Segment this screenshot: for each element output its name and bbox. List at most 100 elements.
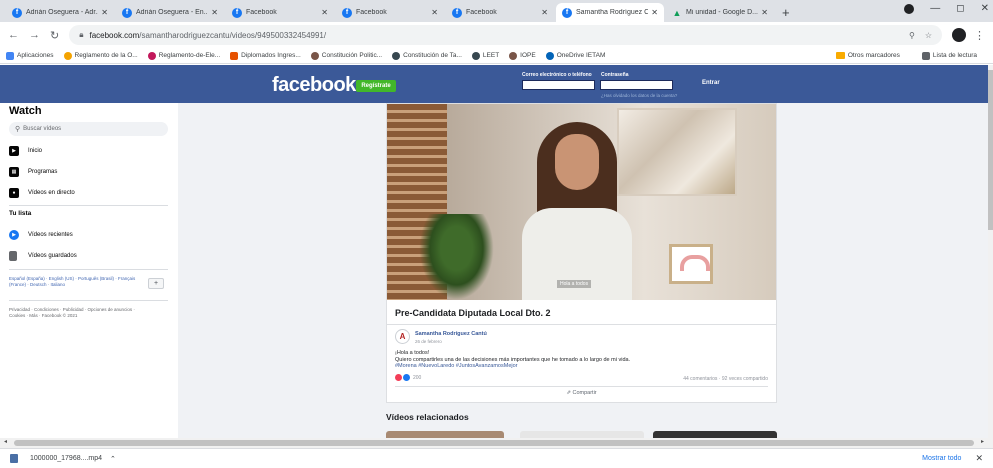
- author-name[interactable]: Samantha Rodríguez Cantú: [415, 331, 487, 337]
- address-bar: ← → ↻ 🔒︎ facebook.com/samantharodriguezc…: [0, 22, 993, 48]
- sidebar-title: Watch: [9, 105, 42, 117]
- post-date[interactable]: 26 de febrero: [415, 339, 442, 344]
- download-filename[interactable]: 1000000_17968....mp4: [30, 455, 102, 462]
- sidebar-item-live[interactable]: ● Vídeos en directo: [9, 186, 75, 200]
- language-links[interactable]: Español (España) · English (US) · Portug…: [9, 276, 137, 288]
- tab-strip: f Adrián Oseguera - Adr... ✕ f Adrián Osegu…: [0, 0, 993, 22]
- browser-tab[interactable]: ▲ Mi unidad - Google D... ✕: [666, 3, 774, 22]
- bookmark-icon: [310, 51, 319, 60]
- email-field[interactable]: [522, 80, 595, 90]
- horizontal-scrollbar-thumb[interactable]: [14, 440, 974, 446]
- browser-tab[interactable]: f Adrián Oseguera - Adr... ✕: [6, 3, 114, 22]
- browser-tab[interactable]: f Adrián Oseguera - En... ✕: [116, 3, 224, 22]
- window-controls: — ◻ ✕: [904, 3, 989, 14]
- scroll-right-icon[interactable]: ▸: [981, 438, 984, 445]
- share-button[interactable]: ⇗ Compartir: [387, 390, 776, 396]
- vertical-scrollbar-thumb[interactable]: [988, 70, 993, 230]
- bookmarks-bar: Aplicaciones Reglamento de la O... Regla…: [0, 48, 993, 64]
- close-window-icon[interactable]: ✕: [981, 3, 989, 14]
- browser-tab[interactable]: f Facebook ✕: [336, 3, 444, 22]
- maximize-icon[interactable]: ◻: [956, 3, 964, 14]
- facebook-favicon-icon: f: [122, 7, 132, 18]
- star-icon[interactable]: ☆: [925, 31, 932, 40]
- sidebar-item-home[interactable]: ▶ Inicio: [9, 144, 42, 158]
- more-languages-button[interactable]: +: [148, 278, 164, 289]
- zoom-icon[interactable]: ⚲: [909, 31, 915, 40]
- close-tab-icon[interactable]: ✕: [431, 8, 438, 17]
- close-tab-icon[interactable]: ✕: [321, 8, 328, 17]
- bookmark[interactable]: Diplomados Ingres...: [230, 51, 301, 60]
- bookmark[interactable]: IOPE: [509, 51, 536, 60]
- bookmark[interactable]: Constitución Politic...: [310, 51, 382, 60]
- sidebar-item-shows[interactable]: ▦ Programas: [9, 165, 57, 179]
- post-text: ¡Hola a todos! Quiero compartirles una d…: [395, 350, 765, 370]
- minimize-icon[interactable]: —: [930, 3, 940, 14]
- video-caption: Hola a todos: [557, 280, 592, 288]
- play-icon: ▶: [9, 146, 19, 156]
- bookmark[interactable]: Constitución de Ta...: [392, 51, 462, 60]
- video-file-icon: [10, 454, 18, 463]
- facebook-favicon-icon: f: [342, 7, 352, 18]
- bookmark[interactable]: LEET: [471, 51, 499, 60]
- legal-links[interactable]: Privacidad · Condiciones · Publicidad · …: [9, 307, 139, 319]
- close-tab-icon[interactable]: ✕: [541, 8, 548, 17]
- register-button[interactable]: Regístrate: [356, 80, 396, 92]
- browser-tab[interactable]: f Facebook ✕: [226, 3, 334, 22]
- apps-grid-icon: [6, 51, 14, 60]
- close-tab-icon[interactable]: ✕: [211, 8, 218, 17]
- bookmark[interactable]: OneDrive IETAM: [545, 51, 605, 60]
- browser-tab-active[interactable]: f Samantha Rodríguez C... ✕: [556, 3, 664, 22]
- divider: [395, 386, 768, 387]
- related-video-thumbnail[interactable]: [520, 431, 644, 438]
- related-video-thumbnail[interactable]: [653, 431, 777, 438]
- forward-icon[interactable]: →: [29, 29, 40, 41]
- lock-icon: 🔒︎: [79, 30, 84, 39]
- forgot-account-link[interactable]: ¿Has olvidado los datos de la cuenta?: [601, 93, 677, 98]
- divider: [9, 269, 168, 270]
- menu-kebab-icon[interactable]: ⋮: [974, 29, 985, 42]
- love-reaction-icon: [395, 374, 402, 381]
- bookmark[interactable]: Reglamento-de-Ele...: [147, 51, 220, 60]
- close-tab-icon[interactable]: ✕: [101, 8, 108, 17]
- video-player[interactable]: Hola a todos: [387, 104, 776, 300]
- reading-list[interactable]: Lista de lectura: [921, 51, 977, 60]
- search-input[interactable]: ⚲ Buscar vídeos: [9, 122, 168, 136]
- scroll-left-icon[interactable]: ◂: [4, 438, 7, 445]
- bookmark[interactable]: Reglamento de la O...: [63, 51, 138, 60]
- bookmark-apps[interactable]: Aplicaciones: [6, 51, 54, 60]
- chevron-up-icon[interactable]: ⌃: [110, 455, 116, 463]
- recent-videos-icon: ▶: [9, 230, 19, 240]
- profile-avatar[interactable]: [952, 28, 966, 42]
- login-button[interactable]: Entrar: [702, 80, 720, 86]
- like-reaction-icon: [403, 374, 410, 381]
- watch-sidebar: Watch ⚲ Buscar vídeos ▶ Inicio ▦ Programas …: [0, 103, 178, 438]
- record-indicator-icon: [904, 3, 915, 14]
- show-all-button[interactable]: Mostrar todo: [922, 455, 961, 462]
- shows-icon: ▦: [9, 167, 19, 177]
- url-path: /samantharodriguezcantu/videos/949500332…: [139, 30, 327, 40]
- facebook-favicon-icon: f: [232, 7, 242, 18]
- reactions[interactable]: 200: [395, 374, 421, 381]
- email-label: Correo electrónico o teléfono: [522, 72, 592, 78]
- reload-icon[interactable]: ↻: [50, 29, 59, 42]
- engagement-counts[interactable]: 44 comentarios · 92 veces compartido: [683, 376, 768, 382]
- sidebar-item-recent[interactable]: ▶ Vídeos recientes: [9, 228, 73, 242]
- author-avatar[interactable]: A: [395, 329, 410, 344]
- close-icon[interactable]: ✕: [975, 453, 983, 464]
- rainbow-frame: [669, 244, 713, 284]
- hashtags[interactable]: #Morena #NuevoLaredo #JuntosAvanzamosMej…: [395, 363, 765, 370]
- facebook-logo[interactable]: facebook: [272, 74, 356, 97]
- related-video-thumbnail[interactable]: [386, 431, 504, 438]
- password-field[interactable]: [600, 80, 673, 90]
- facebook-header: facebook Regístrate Correo electrónico o…: [0, 65, 988, 103]
- bookmark-other[interactable]: Otros marcadores: [835, 52, 900, 60]
- browser-tab[interactable]: f Facebook ✕: [446, 3, 554, 22]
- new-tab-button[interactable]: +: [782, 3, 790, 22]
- back-icon[interactable]: ←: [8, 29, 19, 41]
- url-input[interactable]: 🔒︎ facebook.com/samantharodriguezcantu/v…: [69, 25, 942, 45]
- close-tab-icon[interactable]: ✕: [761, 8, 768, 17]
- sidebar-item-saved[interactable]: Vídeos guardados: [9, 249, 77, 263]
- post-card: Hola a todos Pre-Candidata Diputada Loca…: [386, 103, 777, 403]
- search-icon: ⚲: [15, 126, 21, 133]
- close-tab-icon[interactable]: ✕: [651, 8, 658, 17]
